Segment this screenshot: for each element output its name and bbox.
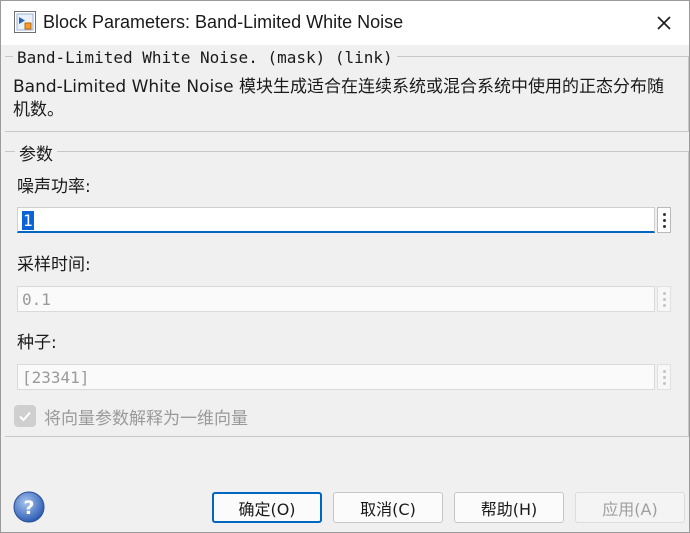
parameters-legend: 参数 [15,140,57,165]
description-text: Band-Limited White Noise 模块生成适合在连续系统或混合系… [13,77,664,120]
sample-time-input[interactable]: 0.1 [17,286,655,312]
seed-input[interactable]: [23341] [17,364,655,390]
noise-power-input[interactable]: 1 [17,207,655,233]
cancel-button[interactable]: 取消(C) [333,492,443,523]
noise-power-value: 1 [22,211,34,230]
apply-button[interactable]: 应用(A) [575,492,685,523]
ok-button[interactable]: 确定(O) [212,492,322,523]
vector-params-checkbox-row[interactable]: 将向量参数解释为一维向量 [14,404,248,429]
checkmark-icon [19,411,31,422]
noise-power-label: 噪声功率: [17,177,91,197]
window-title: Block Parameters: Band-Limited White Noi… [43,12,404,32]
svg-text:?: ? [23,497,34,519]
sample-time-label: 采样时间: [17,255,91,275]
seed-label: 种子: [17,333,57,353]
help-button[interactable]: 帮助(H) [454,492,564,523]
close-button[interactable] [645,5,683,41]
vector-params-label: 将向量参数解释为一维向量 [44,408,248,429]
close-icon [657,16,671,30]
help-icon[interactable]: ? [13,491,45,523]
sample-time-menu-button[interactable] [657,286,671,312]
dialog-window: Block Parameters: Band-Limited White Noi… [0,0,690,533]
title-bar: Block Parameters: Band-Limited White Noi… [1,1,689,45]
seed-menu-button[interactable] [657,364,671,390]
simulink-block-icon [14,11,36,33]
noise-power-menu-button[interactable] [657,207,671,233]
more-icon [662,291,666,295]
more-icon [662,212,666,216]
description-legend: Band-Limited White Noise. (mask) (link) [13,48,397,67]
vector-params-checkbox[interactable] [14,405,36,427]
more-icon [662,369,666,373]
